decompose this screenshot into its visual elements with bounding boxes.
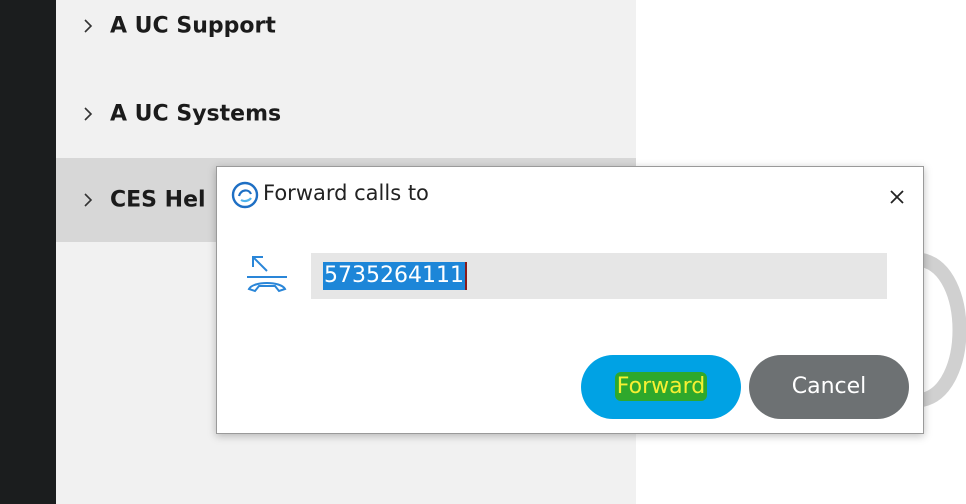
group-row-uc-systems[interactable]: A UC Systems bbox=[56, 72, 636, 156]
forward-button-label: Forward bbox=[614, 372, 708, 401]
forward-calls-dialog: Forward calls to 5735264111 Forward Canc… bbox=[216, 166, 924, 434]
forward-number-value: 5735264111 bbox=[323, 262, 465, 290]
text-caret bbox=[464, 262, 467, 290]
group-label: A UC Systems bbox=[110, 101, 282, 127]
group-row-uc-support[interactable]: A UC Support bbox=[56, 0, 636, 68]
chevron-right-icon bbox=[84, 193, 93, 207]
close-icon[interactable] bbox=[885, 185, 909, 209]
chevron-right-icon bbox=[84, 19, 93, 33]
chevron-right-icon bbox=[84, 107, 93, 121]
forward-button[interactable]: Forward bbox=[581, 355, 741, 419]
forward-number-input[interactable]: 5735264111 bbox=[311, 253, 887, 299]
cancel-button[interactable]: Cancel bbox=[749, 355, 909, 419]
app-logo-icon bbox=[231, 181, 259, 209]
group-label: CES Hel bbox=[110, 187, 206, 213]
cancel-button-label: Cancel bbox=[791, 374, 867, 399]
call-forward-icon bbox=[247, 256, 287, 293]
app-rail bbox=[0, 0, 56, 504]
group-label: A UC Support bbox=[110, 13, 276, 39]
dialog-title: Forward calls to bbox=[263, 181, 429, 205]
